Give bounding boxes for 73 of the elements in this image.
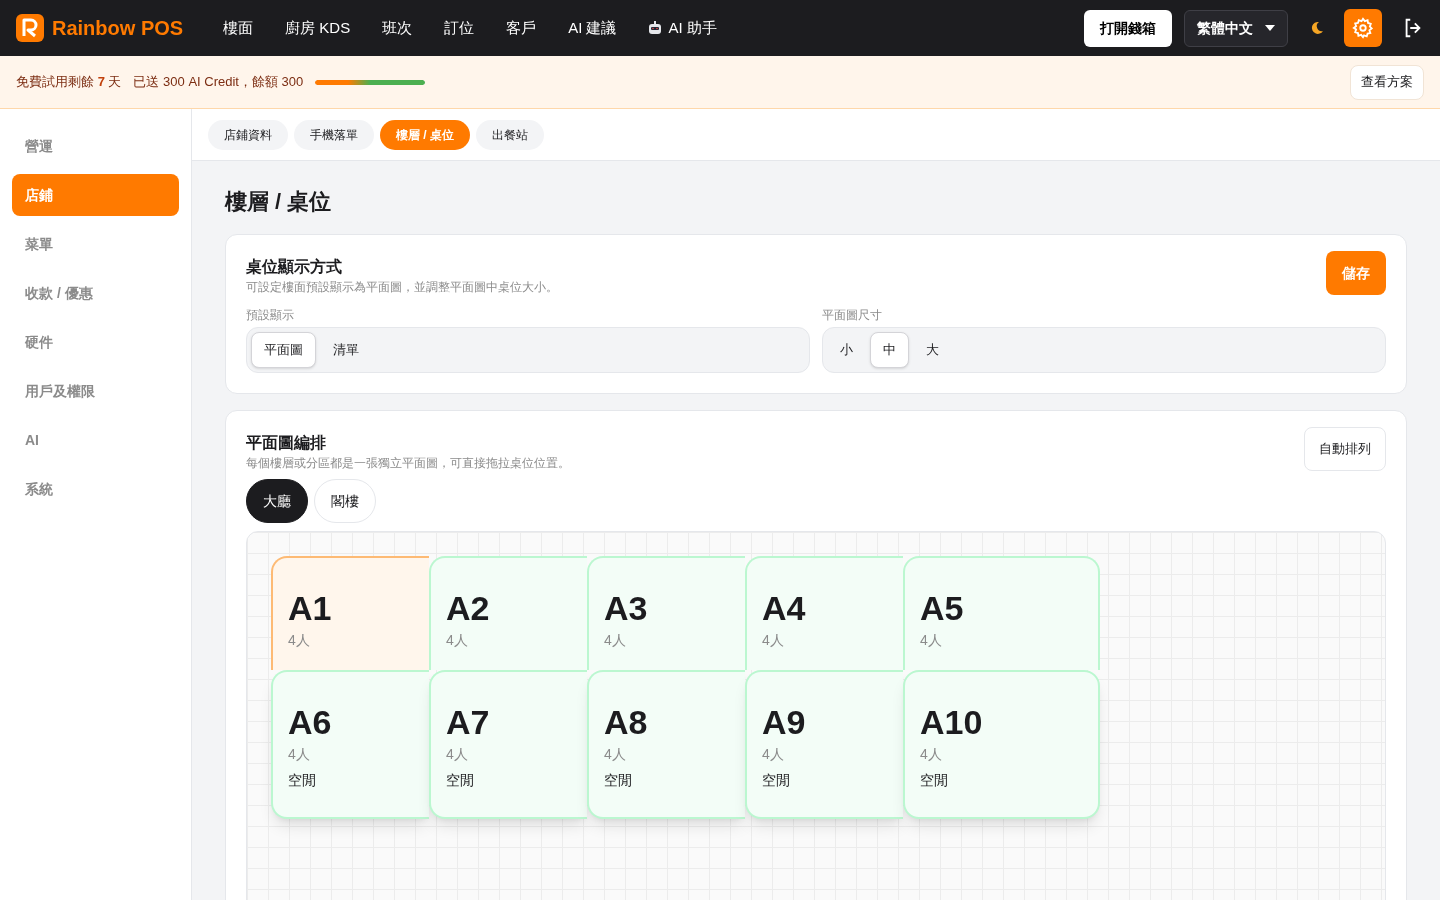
seat-count: 4人 <box>920 745 942 764</box>
seat-count: 4人 <box>604 745 626 764</box>
sidebar-item[interactable]: 系統 <box>12 468 179 510</box>
brand-name: Rainbow POS <box>52 16 184 41</box>
floor-tab[interactable]: 閣樓 <box>314 479 376 523</box>
seat-count: 4人 <box>762 745 784 764</box>
table-name: A6 <box>288 702 332 742</box>
segment-option[interactable]: 小 <box>827 332 866 368</box>
view-plans-button[interactable]: 查看方案 <box>1350 64 1424 100</box>
nav-link[interactable]: 訂位 <box>444 16 475 40</box>
card-title: 桌位顯示方式 <box>246 257 343 277</box>
nav-link[interactable]: 樓面 <box>223 16 254 40</box>
table-name: A3 <box>604 588 648 628</box>
table-card[interactable]: A5 4人 <box>903 556 1100 670</box>
language-select[interactable]: 繁體中文 <box>1184 9 1288 47</box>
table-status: 空閒 <box>920 771 948 790</box>
robot-icon <box>648 21 663 35</box>
credit-text: 已送 300 AI Credit，餘額 300 <box>133 73 304 92</box>
table-card[interactable]: A9 4人 空閒 <box>745 670 903 819</box>
field-label: 預設顯示 <box>246 307 295 323</box>
seat-count: 4人 <box>288 745 310 764</box>
caret-icon <box>1265 25 1275 31</box>
nav-link[interactable]: 客戶 <box>506 16 537 40</box>
tab[interactable]: 店鋪資料 <box>208 119 288 150</box>
auto-arrange-button[interactable]: 自動排列 <box>1304 427 1386 471</box>
table-status: 空閒 <box>446 771 474 790</box>
table-name: A2 <box>446 588 490 628</box>
table-card[interactable]: A4 4人 <box>745 556 903 670</box>
seat-count: 4人 <box>288 631 310 650</box>
tab[interactable]: 出餐站 <box>476 119 544 150</box>
table-name: A5 <box>920 588 964 628</box>
table-card[interactable]: A8 4人 空閒 <box>587 670 745 819</box>
seat-count: 4人 <box>920 631 942 650</box>
card-description: 每個樓層或分區都是一張獨立平面圖，可直接拖拉桌位位置。 <box>246 455 570 471</box>
card-description: 可設定樓面預設顯示為平面圖，並調整平面圖中桌位大小。 <box>246 279 558 295</box>
seat-count: 4人 <box>446 745 468 764</box>
segment-option[interactable]: 清單 <box>320 332 372 368</box>
table-card[interactable]: A2 4人 <box>429 556 587 670</box>
floor-tab[interactable]: 大廳 <box>246 479 308 523</box>
segment-option[interactable]: 中 <box>870 332 909 368</box>
table-card[interactable]: A10 4人 空閒 <box>903 670 1100 819</box>
table-name: A10 <box>920 702 983 742</box>
card-title: 平面圖編排 <box>246 433 327 453</box>
segment-option[interactable]: 平面圖 <box>251 332 316 368</box>
settings-icon <box>1352 17 1374 39</box>
field-label: 平面圖尺寸 <box>822 307 883 323</box>
table-name: A9 <box>762 702 806 742</box>
nav-link[interactable]: AI 助手 <box>648 16 717 40</box>
table-card[interactable]: A7 4人 空閒 <box>429 670 587 819</box>
table-status: 空閒 <box>288 771 316 790</box>
table-name: A7 <box>446 702 490 742</box>
nav-link[interactable]: AI 建議 <box>568 16 617 40</box>
page-title: 樓層 / 桌位 <box>225 188 333 216</box>
table-name: A4 <box>762 588 806 628</box>
nav-link[interactable]: 廚房 KDS <box>285 16 351 40</box>
table-name: A8 <box>604 702 648 742</box>
table-card[interactable]: A1 4人 <box>271 556 429 670</box>
segment-option[interactable]: 大 <box>913 332 952 368</box>
open-cash-drawer-button[interactable]: 打開錢箱 <box>1084 9 1172 47</box>
table-card[interactable]: A6 4人 空閒 <box>271 670 429 819</box>
seat-count: 4人 <box>446 631 468 650</box>
sidebar-item[interactable]: 菜單 <box>12 223 179 265</box>
settings-button[interactable] <box>1344 9 1382 47</box>
seat-count: 4人 <box>762 631 784 650</box>
table-card[interactable]: A3 4人 <box>587 556 745 670</box>
trial-days-text: 免費試用剩餘 7 天 <box>16 73 122 92</box>
seat-count: 4人 <box>604 631 626 650</box>
logo-icon <box>16 14 44 42</box>
table-status: 空閒 <box>604 771 632 790</box>
table-status: 空閒 <box>762 771 790 790</box>
tab[interactable]: 手機落單 <box>294 119 374 150</box>
table-name: A1 <box>288 588 332 628</box>
nav-link[interactable]: 班次 <box>382 16 413 40</box>
